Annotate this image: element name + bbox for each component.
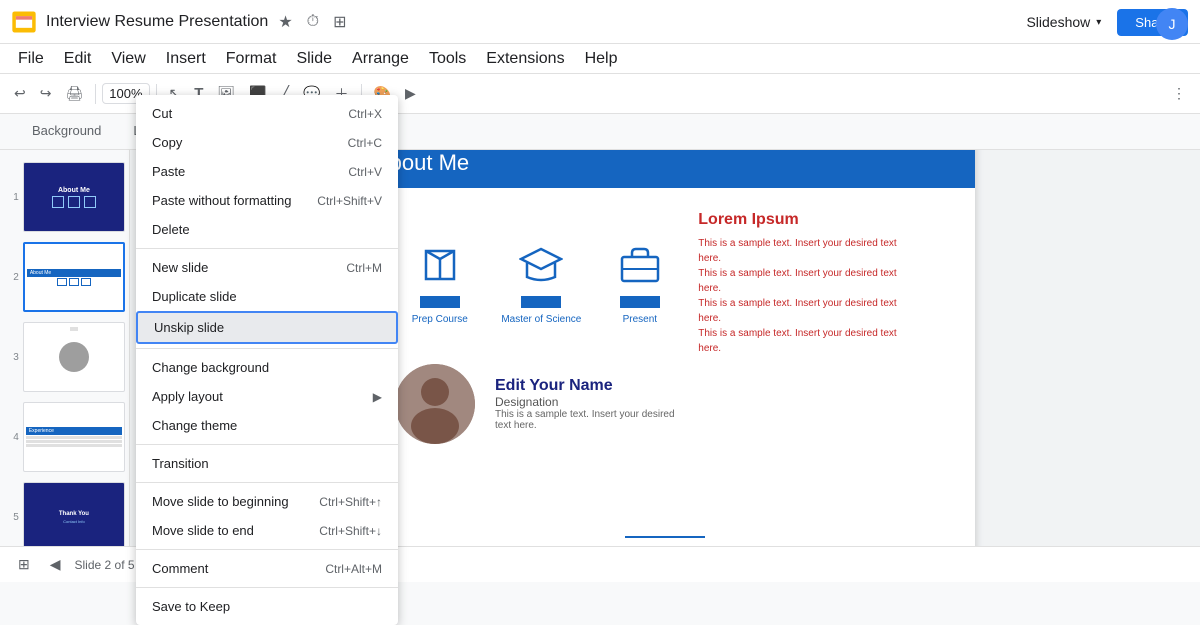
ctx-cut[interactable]: Cut Ctrl+X [136,99,398,128]
slides-view-btn[interactable]: ⊞ [12,552,36,577]
slide-1-number: 1 [4,192,19,203]
slideshow-button[interactable]: Slideshow ▾ [1018,10,1109,34]
lorem-text-3: This is a sample text. Insert your desir… [698,296,918,326]
ctx-change-background[interactable]: Change background [136,353,398,382]
title-area: Interview Resume Presentation ★ ⏱ ⊞ [46,10,351,34]
toolbar-more[interactable]: ⋮ [1166,81,1192,106]
menu-slide[interactable]: Slide [286,46,342,72]
history-icon[interactable]: ⏱ [303,11,323,33]
lorem-text-2: This is a sample text. Insert your desir… [698,266,918,296]
ctx-unskip-slide[interactable]: Unskip slide [136,311,398,344]
ctx-divider-3 [136,444,398,445]
menu-extensions[interactable]: Extensions [476,46,574,72]
ctx-divider-2 [136,348,398,349]
app-logo [8,6,40,38]
profile-text-area: Edit Your Name Designation This is a sam… [495,377,675,431]
toolbar-undo[interactable]: ↩ [8,81,32,106]
menu-tools[interactable]: Tools [419,46,476,72]
slide-5-number: 5 [4,512,19,523]
profile-name[interactable]: Edit Your Name [495,377,675,395]
ctx-delete[interactable]: Delete [136,215,398,244]
slide-canvas[interactable]: About Me Prep Course [355,150,975,546]
icon-label-1: Prep Course [412,314,468,325]
icon-label-3: Present [623,314,657,325]
ctx-divider-1 [136,248,398,249]
menu-file[interactable]: File [8,46,54,72]
ctx-move-to-end[interactable]: Move slide to end Ctrl+Shift+↓ [136,516,398,545]
ctx-new-slide[interactable]: New slide Ctrl+M [136,253,398,282]
slide-thumb-2[interactable]: About Me [23,242,125,312]
ctx-save-to-keep[interactable]: Save to Keep [136,592,398,621]
ctx-duplicate-slide[interactable]: Duplicate slide [136,282,398,311]
menu-insert[interactable]: Insert [156,46,216,72]
icon-bar-1 [420,296,460,308]
slide-icon-3: Present [615,240,665,325]
book-icon [415,240,465,290]
user-avatar[interactable]: J [1156,8,1188,40]
icon-bar-2 [521,296,561,308]
collapse-panel-btn[interactable]: ◀ [44,552,67,577]
lorem-text-4: This is a sample text. Insert your desir… [698,326,918,356]
slide-header: About Me [355,150,975,188]
slide-2-number: 2 [4,272,19,283]
slide-4-number: 4 [4,432,19,443]
header-actions: Slideshow ▾ Share J [1018,0,1200,44]
menu-format[interactable]: Format [216,46,287,72]
ctx-apply-layout[interactable]: Apply layout ▶ [136,382,398,411]
slides-panel: 1 About Me 2 About Me [0,150,130,582]
ctx-comment[interactable]: Comment Ctrl+Alt+M [136,554,398,583]
tab-background[interactable]: Background [16,117,117,146]
slide-count-label: Slide 2 of 5 [75,558,135,572]
profile-photo-area [395,364,475,444]
menu-help[interactable]: Help [575,46,628,72]
icon-bar-3 [620,296,660,308]
move-to-drive-icon[interactable]: ⊞ [329,10,350,34]
slide-thumb-3[interactable] [23,322,125,392]
menu-edit[interactable]: Edit [54,46,102,72]
toolbar-print[interactable]: 🖨 [59,81,89,106]
briefcase-icon [615,240,665,290]
slide-thumb-5[interactable]: Thank You Contact Info [23,482,125,552]
profile-designation[interactable]: Designation [495,395,675,409]
lorem-block: Lorem Ipsum This is a sample text. Inser… [698,208,918,356]
menu-view[interactable]: View [101,46,155,72]
profile-sub-text: This is a sample text. Insert your desir… [495,409,675,431]
slide-icons-row: Prep Course Master of Science [355,188,975,364]
icon-label-2: Master of Science [501,314,581,325]
profile-photo [395,364,475,444]
slide-icon-1: Prep Course [412,240,468,325]
document-title: Interview Resume Presentation [46,13,268,31]
menu-bar: File Edit View Insert Format Slide Arran… [0,44,1200,74]
ctx-divider-6 [136,587,398,588]
lorem-title: Lorem Ipsum [698,208,918,232]
slide-icon-2: Master of Science [501,240,581,325]
ctx-copy[interactable]: Copy Ctrl+C [136,128,398,157]
menu-arrange[interactable]: Arrange [342,46,419,72]
toolbar-transition[interactable]: ▶ [399,81,422,106]
slide-thumb-4[interactable]: Experience [23,402,125,472]
context-menu: Cut Ctrl+X Copy Ctrl+C Paste Ctrl+V Past… [136,95,398,625]
ctx-divider-5 [136,549,398,550]
slide-thumb-1[interactable]: About Me [23,162,125,232]
bottom-divider [625,536,705,538]
profile-section: Edit Your Name Designation This is a sam… [355,364,975,444]
star-icon[interactable]: ★ [274,10,296,34]
slide-3-number: 3 [4,352,19,363]
ctx-paste[interactable]: Paste Ctrl+V [136,157,398,186]
slideshow-dropdown-icon: ▾ [1096,17,1101,28]
ctx-paste-no-format[interactable]: Paste without formatting Ctrl+Shift+V [136,186,398,215]
ctx-divider-4 [136,482,398,483]
ctx-transition[interactable]: Transition [136,449,398,478]
graduation-icon [516,240,566,290]
toolbar-redo[interactable]: ↪ [34,81,58,106]
ctx-move-to-beginning[interactable]: Move slide to beginning Ctrl+Shift+↑ [136,487,398,516]
toolbar-sep-1 [95,84,96,104]
ctx-change-theme[interactable]: Change theme [136,411,398,440]
header-bar: Interview Resume Presentation ★ ⏱ ⊞ Slid… [0,0,1200,44]
lorem-text-1: This is a sample text. Insert your desir… [698,236,918,266]
